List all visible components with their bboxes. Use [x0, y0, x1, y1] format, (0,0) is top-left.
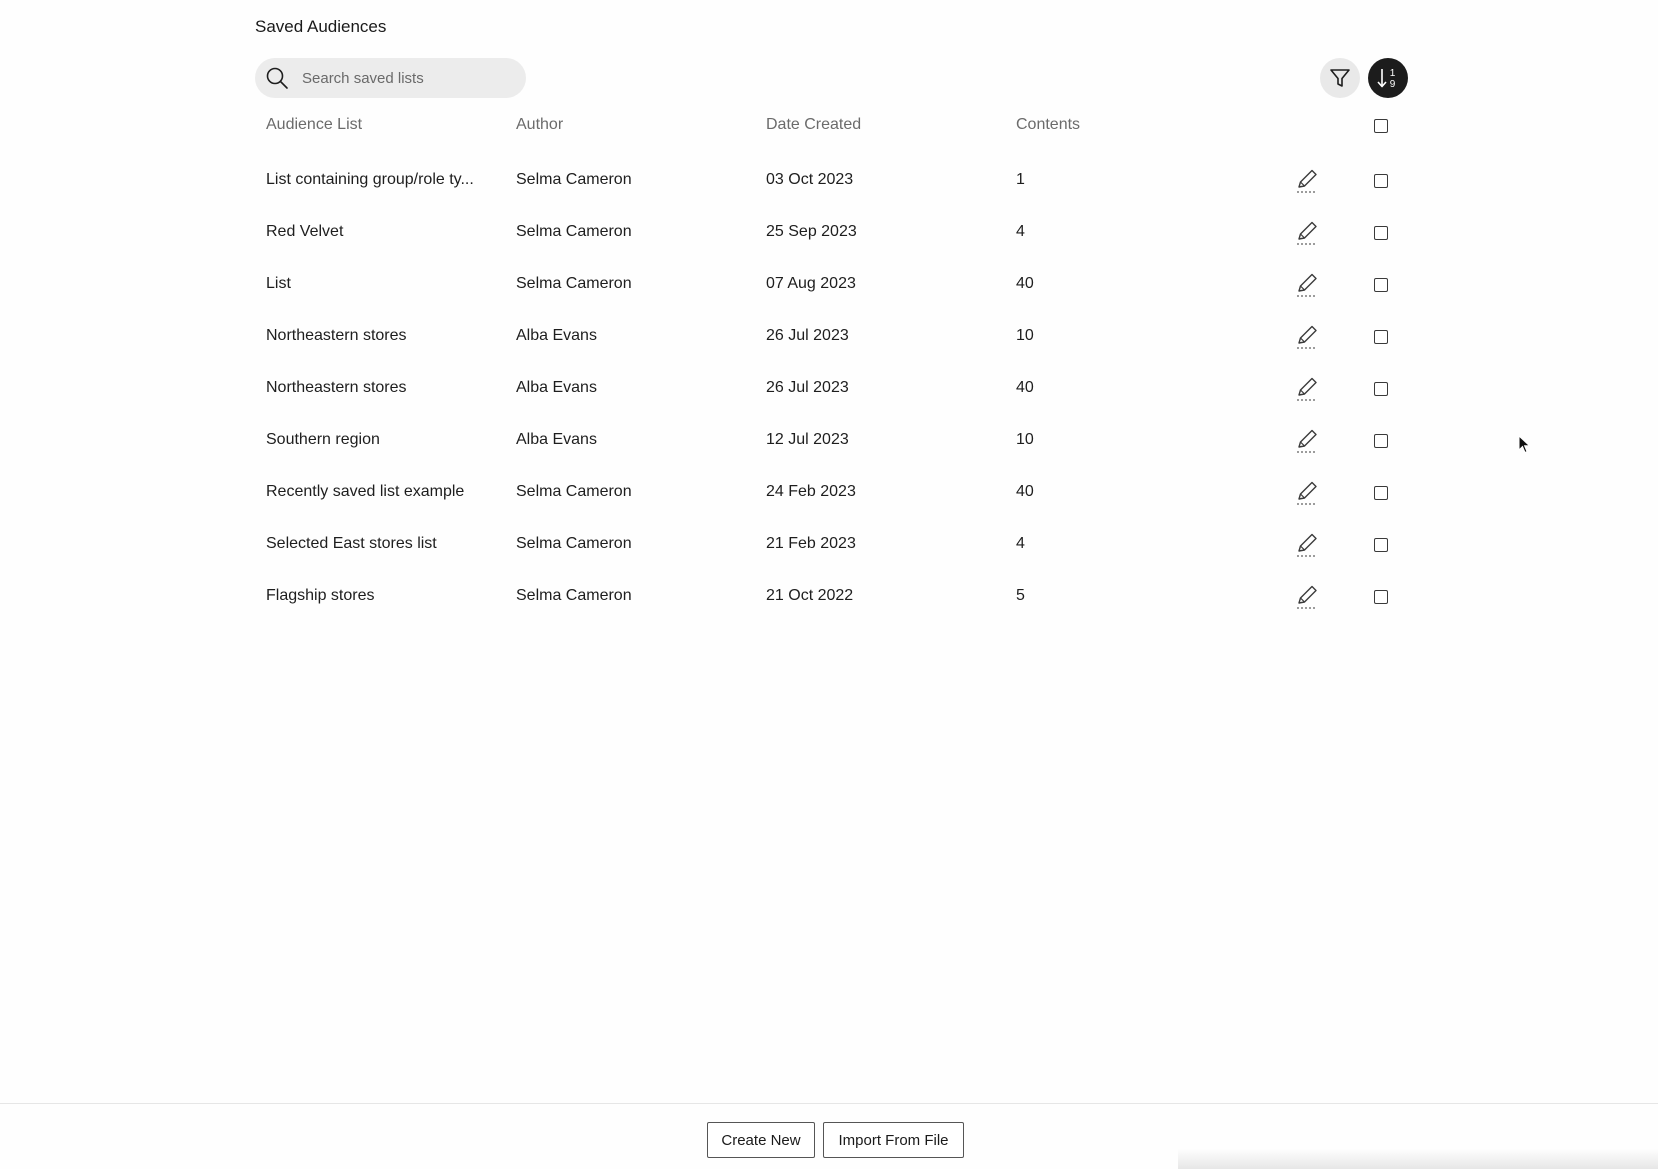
edit-pencil-icon[interactable] — [1294, 480, 1320, 506]
table-row[interactable]: Selected East stores list Selma Cameron 21… — [255, 525, 1415, 565]
contents-count: 40 — [1016, 379, 1034, 396]
date-created: 24 Feb 2023 — [766, 483, 856, 500]
edit-pencil-icon[interactable] — [1294, 220, 1320, 246]
audience-list-name: List — [266, 275, 291, 292]
contents-count: 5 — [1016, 587, 1025, 604]
date-created: 21 Feb 2023 — [766, 535, 856, 552]
author-name: Alba Evans — [516, 379, 597, 396]
edit-pencil-icon[interactable] — [1294, 324, 1320, 350]
audience-list-name: Northeastern stores — [266, 379, 407, 396]
audience-list-name: Northeastern stores — [266, 327, 407, 344]
table-row[interactable]: Flagship stores Selma Cameron 21 Oct 2022 5 — [255, 577, 1415, 617]
column-header-author[interactable]: Author — [516, 116, 563, 134]
table-row[interactable]: Northeastern stores Alba Evans 26 Jul 2023… — [255, 369, 1415, 409]
date-created: 07 Aug 2023 — [766, 275, 856, 292]
filter-button[interactable] — [1320, 58, 1360, 98]
contents-count: 4 — [1016, 223, 1025, 240]
row-select-checkbox[interactable] — [1374, 330, 1388, 344]
row-select-checkbox[interactable] — [1374, 486, 1388, 500]
date-created: 26 Jul 2023 — [766, 379, 849, 396]
row-select-checkbox[interactable] — [1374, 278, 1388, 292]
footer-bar: Create New Import From File — [0, 1103, 1658, 1169]
row-select-checkbox[interactable] — [1374, 538, 1388, 552]
contents-count: 40 — [1016, 483, 1034, 500]
funnel-icon — [1330, 69, 1350, 87]
column-header-date-created[interactable]: Date Created — [766, 116, 861, 134]
row-select-checkbox[interactable] — [1374, 174, 1388, 188]
edit-pencil-icon[interactable] — [1294, 376, 1320, 402]
table-row[interactable]: List Selma Cameron 07 Aug 2023 40 — [255, 265, 1415, 305]
search-box[interactable] — [255, 58, 526, 98]
select-all-checkbox[interactable] — [1374, 119, 1388, 133]
row-select-checkbox[interactable] — [1374, 590, 1388, 604]
date-created: 03 Oct 2023 — [766, 171, 854, 188]
author-name: Selma Cameron — [516, 483, 632, 500]
row-select-checkbox[interactable] — [1374, 226, 1388, 240]
table-row[interactable]: Northeastern stores Alba Evans 26 Jul 2023… — [255, 317, 1415, 357]
edit-pencil-icon[interactable] — [1294, 168, 1320, 194]
author-name: Selma Cameron — [516, 587, 632, 604]
author-name: Alba Evans — [516, 431, 597, 448]
author-name: Selma Cameron — [516, 275, 632, 292]
table-row[interactable]: Recently saved list example Selma Cameron… — [255, 473, 1415, 513]
author-name: Selma Cameron — [516, 535, 632, 552]
audience-list-name: Red Velvet — [266, 223, 344, 240]
import-from-file-button[interactable]: Import From File — [823, 1122, 964, 1158]
edit-pencil-icon[interactable] — [1294, 584, 1320, 610]
table-row[interactable]: List containing group/role ty... Selma Ca… — [255, 161, 1415, 201]
audience-list-name: List containing group/role ty... — [266, 171, 474, 188]
search-input[interactable] — [302, 58, 512, 98]
contents-count: 10 — [1016, 431, 1034, 448]
sort-button[interactable]: 1 9 — [1368, 58, 1408, 98]
audience-list-name: Flagship stores — [266, 587, 375, 604]
audience-list-name: Southern region — [266, 431, 380, 448]
author-name: Selma Cameron — [516, 223, 632, 240]
edit-pencil-icon[interactable] — [1294, 272, 1320, 298]
table-row[interactable]: Red Velvet Selma Cameron 25 Sep 2023 4 — [255, 213, 1415, 253]
audience-list-name: Selected East stores list — [266, 535, 437, 552]
column-header-contents[interactable]: Contents — [1016, 116, 1080, 134]
svg-text:9: 9 — [1390, 79, 1396, 90]
contents-count: 4 — [1016, 535, 1025, 552]
row-select-checkbox[interactable] — [1374, 382, 1388, 396]
row-select-checkbox[interactable] — [1374, 434, 1388, 448]
column-header-audience-list[interactable]: Audience List — [266, 116, 362, 134]
edit-pencil-icon[interactable] — [1294, 532, 1320, 558]
contents-count: 40 — [1016, 275, 1034, 292]
table-row[interactable]: Southern region Alba Evans 12 Jul 2023 10 — [255, 421, 1415, 461]
date-created: 25 Sep 2023 — [766, 223, 857, 240]
search-icon — [266, 67, 288, 89]
date-created: 26 Jul 2023 — [766, 327, 849, 344]
footer-shadow — [1178, 1149, 1658, 1169]
date-created: 12 Jul 2023 — [766, 431, 849, 448]
create-new-button[interactable]: Create New — [707, 1122, 815, 1158]
contents-count: 10 — [1016, 327, 1034, 344]
mouse-cursor-icon — [1518, 435, 1531, 454]
date-created: 21 Oct 2022 — [766, 587, 854, 604]
author-name: Alba Evans — [516, 327, 597, 344]
contents-count: 1 — [1016, 171, 1025, 188]
author-name: Selma Cameron — [516, 171, 632, 188]
page-title: Saved Audiences — [255, 17, 387, 36]
svg-text:1: 1 — [1390, 68, 1396, 79]
sort-numeric-ascending-icon: 1 9 — [1377, 68, 1396, 90]
edit-pencil-icon[interactable] — [1294, 428, 1320, 454]
audience-list-name: Recently saved list example — [266, 483, 465, 500]
